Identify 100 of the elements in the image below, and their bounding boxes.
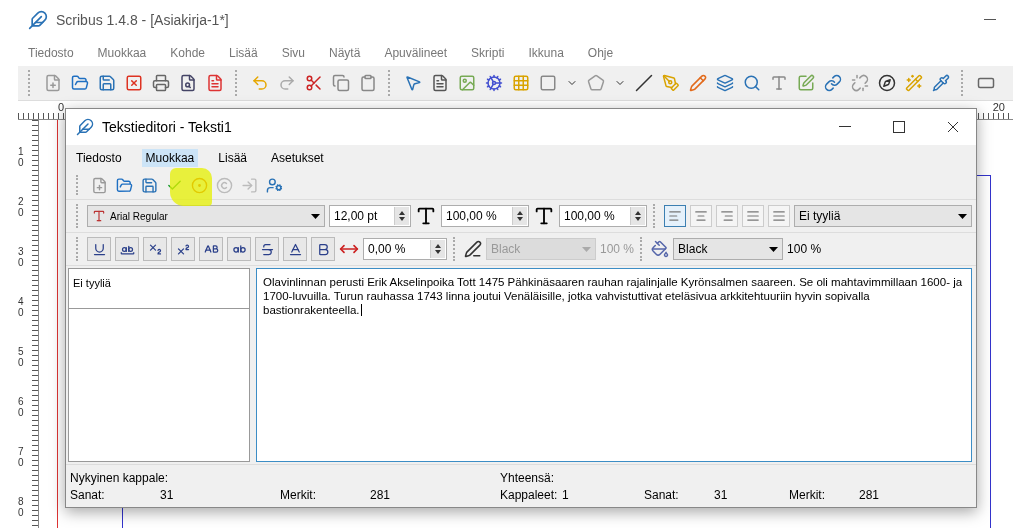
app-logo-icon[interactable] (28, 10, 48, 30)
force-justify-button[interactable] (768, 205, 790, 227)
menu-item[interactable]: Tiedosto (72, 149, 126, 167)
close-document-icon[interactable] (125, 74, 143, 92)
color-dropdown[interactable]: Black (673, 238, 784, 260)
new-document-icon[interactable] (91, 176, 108, 194)
text-icon[interactable] (770, 74, 788, 92)
menu-item[interactable]: Skripti (467, 44, 509, 62)
subscript-button[interactable] (143, 237, 167, 261)
menu-item[interactable]: Kohde (166, 44, 209, 62)
save-icon[interactable] (98, 74, 116, 92)
pentagon-icon[interactable] (587, 74, 605, 92)
menu-item[interactable]: Asetukset (267, 149, 328, 167)
ruler-number: 20 (18, 196, 25, 218)
force-justify-icon (772, 209, 786, 223)
minimize-icon (984, 19, 996, 21)
subscript-icon (147, 241, 163, 257)
gear-icon[interactable] (485, 74, 503, 92)
tracking-field[interactable]: 0,00 % (363, 238, 447, 260)
unlink-icon[interactable] (851, 74, 869, 92)
preview-icon[interactable] (179, 74, 197, 92)
copy-icon[interactable] (332, 74, 350, 92)
superscript-button[interactable] (171, 237, 195, 261)
ruler-number: 0 (58, 101, 65, 113)
edit-icon[interactable] (797, 74, 815, 92)
align-right-button[interactable] (716, 205, 738, 227)
height-scale-icon[interactable] (533, 205, 555, 227)
align-center-button[interactable] (690, 205, 712, 227)
spin-buttons[interactable] (430, 240, 445, 258)
shadow-button[interactable] (311, 237, 335, 261)
menu-item[interactable]: Tiedosto (24, 44, 78, 62)
search-icon[interactable] (743, 74, 761, 92)
font-dropdown[interactable]: Arial Regular (87, 205, 325, 227)
menu-item[interactable]: Lisää (214, 149, 251, 167)
save-icon[interactable] (141, 176, 158, 194)
font-size-field[interactable]: 12,00 pt (329, 205, 411, 227)
spin-buttons[interactable] (512, 207, 527, 225)
pen-icon[interactable] (464, 240, 482, 258)
scissors-icon[interactable] (305, 74, 323, 92)
menu-item[interactable]: Apuvälineet (380, 44, 452, 62)
folder-icon[interactable] (116, 176, 133, 194)
height-scale-field[interactable]: 100,00 % (559, 205, 647, 227)
clipboard-icon[interactable] (359, 74, 377, 92)
ruler-number: 40 (18, 296, 25, 318)
app-logo-icon[interactable] (76, 118, 94, 136)
align-left-button[interactable] (664, 205, 686, 227)
layers-icon[interactable] (716, 74, 734, 92)
status-label: Sanat: (70, 487, 106, 502)
align-right-icon (720, 209, 734, 223)
text-editor-area[interactable]: Olavinlinnan perusti Erik Akselinpoika Tott 1475 Pähkinäsaaren rauhan rajalinjalle Kyrönsalmen saareen. Se oli mahtavimmillaan 1600- ja 1700-luvuilla. Turun rauhassa 1743 linna joutui Venäläisille, jotka vahvistuttivat eteläsivua arkkitehtuuriin hyvin sopivalla bastionrakenteella. (256, 268, 972, 462)
align-left-icon (668, 209, 682, 223)
strikethrough-button[interactable] (255, 237, 279, 261)
justify-button[interactable] (742, 205, 764, 227)
font-preview-icon[interactable] (266, 176, 283, 194)
square-icon[interactable] (539, 74, 557, 92)
folder-icon[interactable] (71, 74, 89, 92)
text-frame-icon[interactable] (431, 74, 449, 92)
style-list-item[interactable]: Ei tyyliä (69, 269, 249, 309)
spin-buttons[interactable] (630, 207, 645, 225)
maximize-icon (893, 121, 905, 133)
align-center-icon (694, 209, 708, 223)
paint-bucket-icon[interactable] (651, 240, 670, 258)
ruler-number: 80 (18, 496, 25, 518)
width-scale-field[interactable]: 100,00 % (441, 205, 529, 227)
status-value: 281 (370, 487, 392, 502)
pdf-icon[interactable] (206, 74, 224, 92)
pointer-icon[interactable] (404, 74, 422, 92)
outline-button[interactable] (283, 237, 307, 261)
menu-item[interactable]: Muokkaa (141, 149, 199, 167)
new-document-icon[interactable] (44, 74, 62, 92)
line-icon[interactable] (635, 74, 653, 92)
status-label: Kappaleet: (500, 487, 559, 502)
width-scale-icon[interactable] (415, 205, 437, 227)
menu-item[interactable]: Lisää (225, 44, 262, 62)
compass-icon[interactable] (878, 74, 896, 92)
pipette-icon[interactable] (932, 74, 950, 92)
menu-item[interactable]: Ohje (583, 44, 618, 62)
status-label: Yhteensä: (500, 470, 556, 485)
uppercase-button[interactable] (199, 237, 223, 261)
link-icon[interactable] (824, 74, 842, 92)
underline-icon (91, 241, 107, 257)
spin-buttons[interactable] (394, 207, 409, 225)
small-caps-button[interactable] (227, 237, 251, 261)
word-underline-button[interactable] (115, 237, 139, 261)
close-icon (947, 121, 959, 133)
font-icon[interactable] (92, 209, 106, 223)
pencil-icon[interactable] (689, 74, 707, 92)
image-frame-icon[interactable] (458, 74, 476, 92)
superscript-icon (175, 241, 191, 257)
justify-icon (746, 209, 760, 223)
highlight-mark (170, 168, 212, 206)
shade-value[interactable]: 100 % (787, 242, 822, 256)
menu-item[interactable]: Muokkaa (93, 44, 151, 62)
paragraph-style-dropdown[interactable]: Ei tyyliä (794, 205, 972, 227)
menu-item[interactable]: Sivu (277, 44, 310, 62)
underline-button[interactable] (87, 237, 111, 261)
printer-icon[interactable] (152, 74, 170, 92)
menu-item[interactable]: Ikkuna (524, 44, 568, 62)
menu-item[interactable]: Näytä (325, 44, 365, 62)
dialog-title: Tekstieditori - Teksti1 (102, 119, 232, 135)
